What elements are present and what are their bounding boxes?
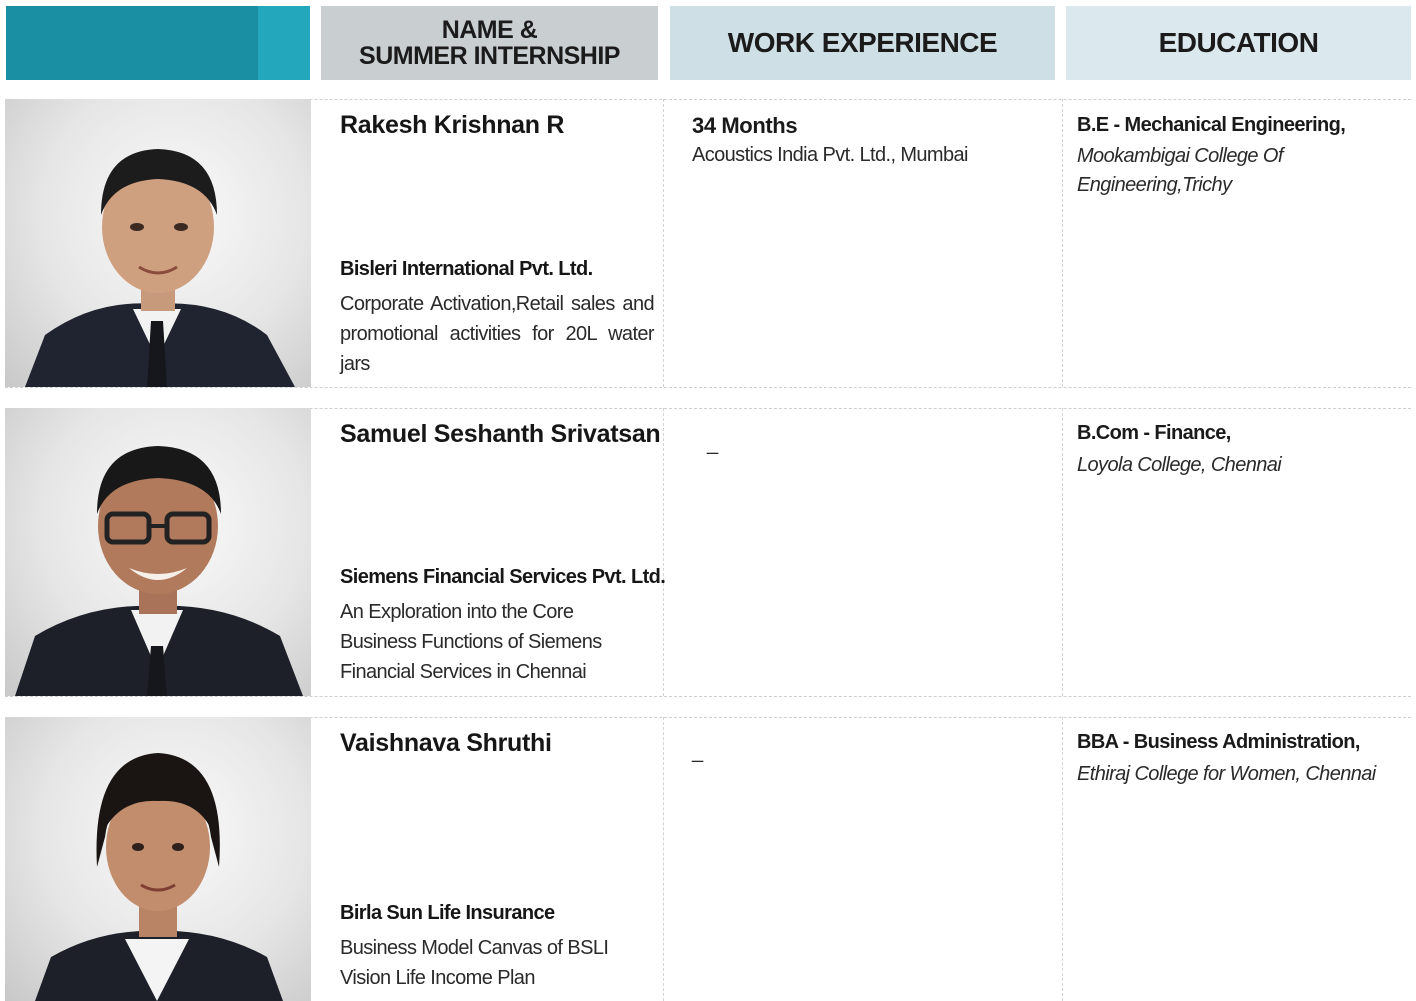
column-divider bbox=[1062, 408, 1063, 696]
person-portrait-icon bbox=[35, 753, 283, 1001]
education-institution: Loyola College, Chennai bbox=[1077, 454, 1282, 476]
header-work-label: WORK EXPERIENCE bbox=[727, 27, 998, 58]
work-placeholder: _ bbox=[692, 741, 704, 763]
internship-description: Corporate Activation,Retail sales and pr… bbox=[340, 293, 655, 375]
education-degree: B.E - Mechanical Engineering, bbox=[1077, 114, 1346, 136]
row-divider bbox=[5, 696, 1411, 697]
column-divider bbox=[1062, 717, 1063, 1001]
student-name: Rakesh Krishnan R bbox=[340, 111, 565, 139]
internship-description: Business Model Canvas of BSLI Vision Lif… bbox=[340, 937, 609, 989]
internship-company: Birla Sun Life Insurance bbox=[340, 902, 555, 924]
education-degree: B.Com - Finance, bbox=[1077, 422, 1231, 444]
column-divider bbox=[663, 99, 664, 387]
internship-description: An Exploration into the Core Business Fu… bbox=[340, 601, 602, 683]
work-company: Acoustics India Pvt. Ltd., Mumbai bbox=[692, 144, 968, 166]
header-name-label: NAME & SUMMER INTERNSHIP bbox=[359, 16, 620, 70]
header-education-column: EDUCATION bbox=[1066, 6, 1411, 80]
person-portrait-icon bbox=[15, 446, 303, 696]
header-work-column: WORK EXPERIENCE bbox=[670, 6, 1055, 80]
header-education-label: EDUCATION bbox=[1158, 27, 1319, 58]
student-photo bbox=[5, 99, 311, 387]
internship-company: Bisleri International Pvt. Ltd. bbox=[340, 258, 593, 280]
header-name-column: NAME & SUMMER INTERNSHIP bbox=[321, 6, 658, 80]
column-divider bbox=[663, 717, 664, 1001]
header-accent-stripe bbox=[258, 6, 310, 80]
work-placeholder: _ bbox=[707, 433, 719, 455]
education-institution: Ethiraj College for Women, Chennai bbox=[1077, 763, 1376, 785]
header-accent-bar bbox=[6, 6, 310, 80]
education-institution: Mookambigai College Of Engineering,Trich… bbox=[1077, 145, 1283, 196]
education-degree: BBA - Business Administration, bbox=[1077, 731, 1360, 753]
person-portrait-icon bbox=[25, 149, 295, 387]
student-name: Samuel Seshanth Srivatsan bbox=[340, 420, 661, 448]
student-photo bbox=[5, 408, 311, 696]
work-duration: 34 Months bbox=[692, 113, 798, 138]
column-divider bbox=[663, 408, 664, 696]
row-divider bbox=[5, 387, 1411, 388]
column-divider bbox=[1062, 99, 1063, 387]
student-name: Vaishnava Shruthi bbox=[340, 729, 552, 757]
internship-company: Siemens Financial Services Pvt. Ltd. bbox=[340, 566, 666, 588]
student-photo bbox=[5, 717, 311, 1001]
